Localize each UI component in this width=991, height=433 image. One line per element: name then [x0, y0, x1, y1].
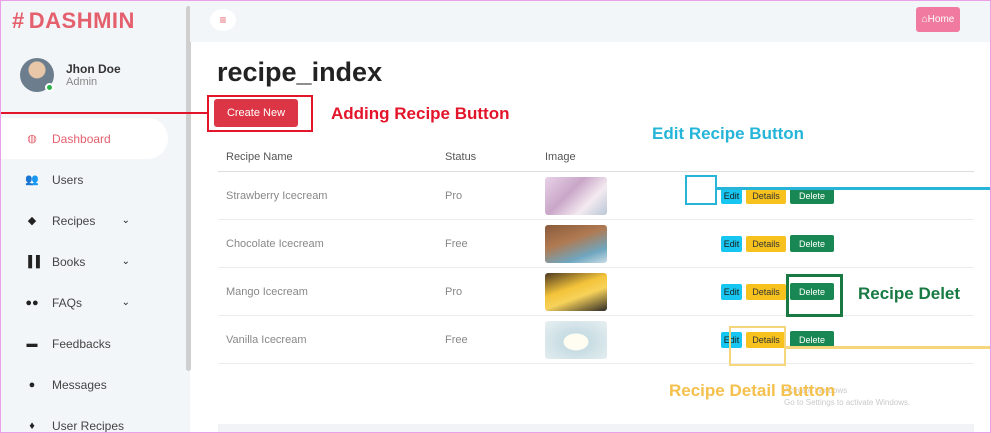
recipe-name: Mango Icecream	[226, 285, 308, 298]
recipe-image	[545, 176, 607, 215]
details-button[interactable]: Details	[746, 283, 786, 300]
annotation-line-edit	[717, 187, 991, 190]
annotation-line-create	[0, 112, 207, 114]
annotation-line-details	[786, 346, 991, 349]
online-status-dot	[45, 83, 54, 92]
chevron-down-icon: ⌄	[121, 256, 130, 267]
footer-strip	[218, 424, 974, 433]
page-title: recipe_index	[217, 57, 383, 87]
user-role: Admin	[66, 76, 98, 88]
chevron-down-icon: ⌄	[121, 215, 130, 226]
users-icon: 👥	[25, 174, 39, 186]
sidebar-item-label: Messages	[52, 377, 107, 392]
recipe-status: Free	[445, 333, 468, 346]
hash-icon: #	[12, 8, 25, 33]
column-header-recipe-name: Recipe Name	[226, 150, 293, 163]
chevron-down-icon: ⌄	[121, 297, 130, 308]
sidebar-item-label: User Recipes	[52, 418, 125, 433]
recipe-table: Recipe Name Status Image Strawberry Icec…	[218, 142, 974, 364]
home-button[interactable]: ⌂ Home	[916, 7, 960, 32]
user-recipes-icon: ♦	[29, 419, 35, 432]
annotation-box-details	[729, 326, 786, 366]
recipe-name: Vanilla Icecream	[226, 333, 307, 346]
faqs-icon: ●●	[25, 296, 39, 309]
recipe-image	[545, 224, 607, 263]
sidebar-item-user-recipes[interactable]: ♦ User Recipes	[0, 405, 190, 433]
sidebar-item-users[interactable]: 👥 Users	[0, 159, 190, 200]
messages-icon: ●	[28, 378, 36, 391]
table-header: Recipe Name Status Image	[218, 142, 974, 172]
annotation-create-label: Adding Recipe Button	[331, 104, 510, 123]
sidebar-item-label: FAQs	[52, 295, 83, 310]
user-profile: Jhon Doe Admin	[20, 58, 121, 92]
books-icon: ▐▐	[24, 255, 40, 268]
recipes-icon: ◆	[27, 215, 37, 227]
recipe-status: Pro	[445, 285, 463, 298]
recipe-image	[545, 320, 607, 359]
sidebar-item-faqs[interactable]: ●● FAQs ⌄	[0, 282, 190, 323]
column-header-status: Status	[445, 150, 477, 163]
brand-name: DASHMIN	[28, 8, 135, 33]
sidebar-item-label: Feedbacks	[52, 336, 111, 351]
table-row: Strawberry Icecream Pro Edit Details Del…	[218, 172, 974, 220]
delete-button[interactable]: Delete	[790, 235, 834, 252]
recipe-status: Free	[445, 237, 468, 250]
sidebar-nav: ◍ Dashboard 👥 Users ◆ Recipes ⌄ ▐▐ Books…	[0, 118, 190, 433]
annotation-box-delete	[786, 274, 843, 317]
brand-logo[interactable]: # DASHMIN	[12, 8, 135, 34]
sidebar-item-label: Dashboard	[52, 131, 111, 146]
home-label: Home	[927, 14, 955, 25]
sidebar-item-recipes[interactable]: ◆ Recipes ⌄	[0, 200, 190, 241]
sidebar-item-messages[interactable]: ● Messages	[0, 364, 190, 405]
sidebar-item-label: Recipes	[52, 213, 96, 228]
annotation-box-create	[207, 95, 313, 132]
details-button[interactable]: Details	[746, 235, 786, 252]
user-name: Jhon Doe	[66, 62, 121, 76]
column-header-image: Image	[545, 150, 576, 163]
annotation-details-label: Recipe Detail Button	[669, 381, 836, 400]
table-row: Vanilla Icecream Free Edit Details Delet…	[218, 316, 974, 364]
recipe-image	[545, 272, 607, 311]
sidebar-item-label: Books	[52, 254, 86, 269]
avatar	[20, 58, 54, 92]
annotation-box-edit	[685, 175, 717, 205]
edit-button[interactable]: Edit	[721, 283, 742, 300]
top-bar: ≡ ⌂ Home	[190, 0, 991, 42]
edit-button[interactable]: Edit	[721, 235, 742, 252]
sidebar-item-dashboard[interactable]: ◍ Dashboard	[0, 118, 168, 159]
menu-toggle-icon[interactable]: ≡	[210, 9, 236, 31]
sidebar-item-label: Users	[52, 172, 84, 187]
annotation-delete-label: Recipe Delet	[858, 284, 961, 303]
table-row: Chocolate Icecream Free Edit Details Del…	[218, 220, 974, 268]
dashboard-icon: ◍	[27, 133, 37, 145]
recipe-status: Pro	[445, 189, 463, 202]
sidebar-item-feedbacks[interactable]: ▬ Feedbacks	[0, 323, 190, 364]
recipe-name: Chocolate Icecream	[226, 237, 324, 250]
sidebar-item-books[interactable]: ▐▐ Books ⌄	[0, 241, 190, 282]
feedbacks-icon: ▬	[26, 337, 38, 350]
recipe-name: Strawberry Icecream	[226, 189, 328, 202]
sidebar-scrollbar[interactable]	[186, 6, 191, 371]
sidebar: # DASHMIN Jhon Doe Admin ◍ Dashboard 👥 Us…	[0, 0, 191, 433]
annotation-edit-label: Edit Recipe Button	[652, 124, 805, 143]
